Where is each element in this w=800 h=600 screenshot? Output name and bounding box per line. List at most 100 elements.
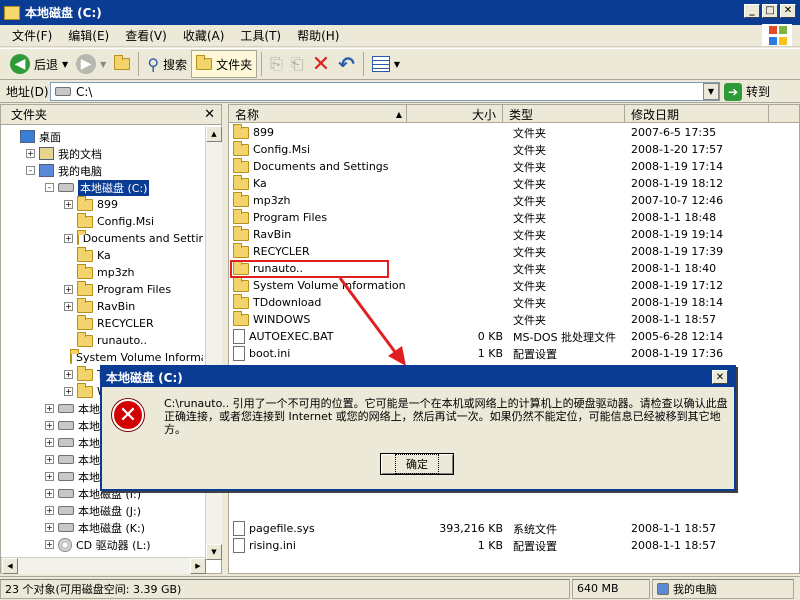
file-type: 配置设置 xyxy=(513,539,557,553)
forward-button[interactable]: ▶ ▼ xyxy=(72,50,110,78)
tree-item[interactable]: - 我的电脑 xyxy=(26,162,203,179)
tree-item[interactable]: + RavBin xyxy=(64,298,203,315)
expand-icon[interactable]: + xyxy=(64,370,73,379)
column-type-header[interactable]: 类型 xyxy=(503,105,625,123)
address-dropdown-icon[interactable]: ▼ xyxy=(703,83,719,100)
address-input[interactable]: C:\ ▼ xyxy=(50,82,720,101)
menu-edit[interactable]: 编辑(E) xyxy=(60,27,117,44)
scroll-left-icon[interactable]: ◀ xyxy=(2,558,18,574)
expand-icon[interactable]: + xyxy=(45,404,54,413)
window-title-bar[interactable]: 本地磁盘 (C:) _ □ ✕ xyxy=(0,0,800,25)
file-row[interactable]: 899 文件夹 2007-6-5 17:35 xyxy=(233,123,767,141)
expand-icon[interactable]: + xyxy=(45,540,54,549)
collapse-icon[interactable]: - xyxy=(45,183,54,192)
tree-item-label: 本地磁盘 (J:) xyxy=(78,504,142,518)
file-row[interactable]: Ka 文件夹 2008-1-19 18:12 xyxy=(233,174,767,192)
folder-panel-close-icon[interactable]: ✕ xyxy=(204,107,215,122)
expand-icon[interactable]: + xyxy=(45,506,54,515)
toolbar-separator xyxy=(261,52,263,76)
expand-icon[interactable]: + xyxy=(64,200,73,209)
expand-icon[interactable]: + xyxy=(64,285,73,294)
undo-button[interactable]: ↶ xyxy=(334,50,359,78)
address-value: C:\ xyxy=(76,84,93,99)
file-row[interactable]: boot.ini 1 KB 配置设置 2008-1-19 17:36 xyxy=(233,345,767,362)
expand-icon[interactable]: + xyxy=(45,472,54,481)
tree-item[interactable]: + CD 驱动器 (L:) xyxy=(45,536,203,553)
tree-item[interactable]: Ka xyxy=(64,247,203,264)
delete-button[interactable]: ✕ xyxy=(308,50,334,78)
file-row[interactable]: mp3zh 文件夹 2007-10-7 12:46 xyxy=(233,191,767,209)
menu-tools[interactable]: 工具(T) xyxy=(232,27,289,44)
tree-item[interactable]: System Volume Informati xyxy=(64,349,203,366)
expand-icon[interactable]: + xyxy=(45,438,54,447)
tree-item[interactable]: + 我的文档 xyxy=(26,145,203,162)
tree-horizontal-scrollbar[interactable]: ◀ ▶ xyxy=(1,557,206,574)
tree-item[interactable]: + Program Files xyxy=(64,281,203,298)
tree-item[interactable]: + 本地磁盘 (K:) xyxy=(45,519,203,536)
expand-icon[interactable]: + xyxy=(64,387,73,396)
expand-icon[interactable]: + xyxy=(45,455,54,464)
column-date-header[interactable]: 修改日期 xyxy=(625,105,769,123)
up-button[interactable] xyxy=(110,50,134,78)
file-row[interactable]: pagefile.sys 393,216 KB 系统文件 2008-1-1 18:57 xyxy=(233,520,767,537)
menu-file[interactable]: 文件(F) xyxy=(4,27,60,44)
column-name-header[interactable]: 名称 ▲ xyxy=(229,105,407,123)
file-row[interactable]: Config.Msi 文件夹 2008-1-20 17:57 xyxy=(233,140,767,158)
tree-item[interactable]: + Documents and Settings xyxy=(64,230,203,247)
menu-view[interactable]: 查看(V) xyxy=(117,27,175,44)
search-button[interactable]: ⚲ 搜索 xyxy=(143,50,191,78)
expand-icon[interactable]: + xyxy=(64,302,73,311)
go-button[interactable]: ➔ 转到 xyxy=(724,82,770,101)
back-button[interactable]: ◀ 后退 ▼ xyxy=(6,50,72,78)
file-name: AUTOEXEC.BAT xyxy=(249,330,334,343)
scroll-right-icon[interactable]: ▶ xyxy=(190,558,206,574)
folder-icon xyxy=(77,213,93,228)
file-row[interactable]: AUTOEXEC.BAT 0 KB MS-DOS 批处理文件 2005-6-28 12… xyxy=(233,328,767,345)
tree-item[interactable]: runauto.. xyxy=(64,332,203,349)
minimize-button[interactable]: _ xyxy=(744,4,760,18)
file-row[interactable]: RECYCLER 文件夹 2008-1-19 17:39 xyxy=(233,242,767,260)
maximize-button[interactable]: □ xyxy=(762,4,778,18)
views-dropdown-icon[interactable]: ▼ xyxy=(394,60,400,69)
expand-icon[interactable]: + xyxy=(26,149,35,158)
tree-item[interactable]: mp3zh xyxy=(64,264,203,281)
move-to-button[interactable]: ⎘ xyxy=(266,50,287,78)
scroll-down-icon[interactable]: ▼ xyxy=(206,544,222,560)
tree-item[interactable]: Config.Msi xyxy=(64,213,203,230)
tree-vertical-scrollbar[interactable]: ▲ ▼ xyxy=(205,126,222,560)
ok-button[interactable]: 确定 xyxy=(380,453,454,475)
expand-icon[interactable]: + xyxy=(45,421,54,430)
close-button[interactable]: ✕ xyxy=(780,4,796,18)
tree-item[interactable]: +899 xyxy=(64,196,203,213)
menu-favorites[interactable]: 收藏(A) xyxy=(175,27,233,44)
copy-to-button[interactable]: ⎗ xyxy=(287,50,308,78)
folders-button[interactable]: 文件夹 xyxy=(191,50,258,78)
error-dialog: 本地磁盘 (C:) ✕ ✕ C:\runauto.. 引用了一个不可用的位置。它… xyxy=(100,365,736,491)
column-size-header[interactable]: 大小 xyxy=(407,105,503,123)
scroll-up-icon[interactable]: ▲ xyxy=(206,126,222,142)
views-button[interactable]: ▼ xyxy=(368,50,404,78)
tree-item[interactable]: RECYCLER xyxy=(64,315,203,332)
dialog-close-icon[interactable]: ✕ xyxy=(712,370,728,384)
window-title: 本地磁盘 (C:) xyxy=(25,6,102,20)
menu-help[interactable]: 帮助(H) xyxy=(289,27,347,44)
forward-dropdown-icon[interactable]: ▼ xyxy=(100,60,106,69)
dialog-title-bar[interactable]: 本地磁盘 (C:) ✕ xyxy=(102,367,734,387)
expand-icon[interactable]: + xyxy=(45,489,54,498)
expand-icon[interactable]: + xyxy=(45,523,54,532)
tree-item[interactable]: - 本地磁盘 (C:) xyxy=(45,179,203,196)
file-row[interactable]: Documents and Settings 文件夹 2008-1-19 17:14 xyxy=(233,157,767,175)
tree-item[interactable]: + 本地磁盘 (J:) xyxy=(45,502,203,519)
back-dropdown-icon[interactable]: ▼ xyxy=(62,60,68,69)
address-label: 地址(D) xyxy=(6,85,49,99)
file-row[interactable]: rising.ini 1 KB 配置设置 2008-1-1 18:57 xyxy=(233,537,767,554)
file-name-cell: Documents and Settings xyxy=(233,157,409,173)
file-row[interactable]: Program Files 文件夹 2008-1-1 18:48 xyxy=(233,208,767,226)
file-row[interactable]: RavBin 文件夹 2008-1-19 19:14 xyxy=(233,225,767,243)
collapse-icon[interactable]: - xyxy=(26,166,35,175)
tree-item[interactable]: 桌面 xyxy=(7,128,203,145)
file-row[interactable]: TDdownload 文件夹 2008-1-19 18:14 xyxy=(233,293,767,311)
file-row[interactable]: WINDOWS 文件夹 2008-1-1 18:57 xyxy=(233,310,767,328)
file-row[interactable]: System Volume Information 文件夹 2008-1-19 17… xyxy=(233,276,767,294)
expand-icon[interactable]: + xyxy=(64,234,73,243)
